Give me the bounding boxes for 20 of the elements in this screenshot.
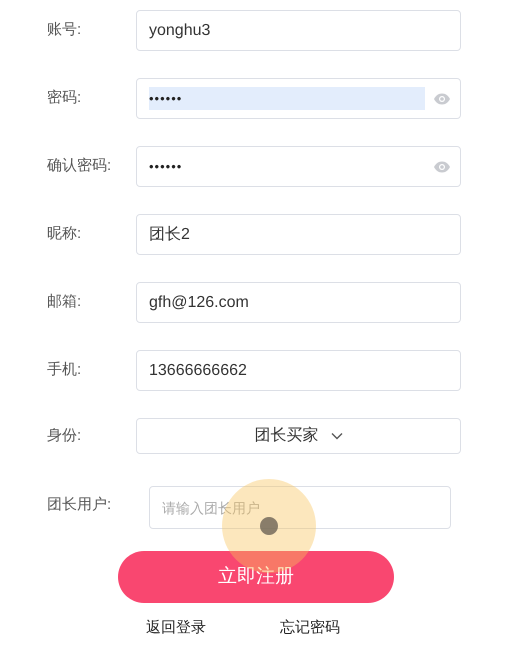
field-label: 确认密码: — [47, 156, 112, 176]
password-field[interactable]: •••••• — [136, 146, 461, 187]
eye-icon[interactable] — [433, 160, 451, 172]
field-label: 手机: — [47, 360, 82, 380]
eye-icon[interactable] — [433, 92, 451, 104]
input-field[interactable]: yonghu3 — [136, 10, 461, 51]
text-link[interactable]: 返回登录 — [146, 617, 206, 640]
input-field[interactable]: gfh@126.com — [136, 282, 461, 323]
input-field[interactable]: 13666666662 — [136, 350, 461, 391]
field-label: 密码: — [47, 88, 82, 108]
chevron-down-icon — [330, 432, 342, 440]
field-label: 邮箱: — [47, 292, 82, 312]
field-label: 昵称: — [47, 224, 82, 244]
field-label: 团长用户: — [47, 495, 112, 515]
field-label: 账号: — [47, 20, 82, 40]
password-field[interactable]: •••••• — [136, 78, 461, 119]
input-field[interactable]: 团长2 — [136, 214, 461, 255]
text-link[interactable]: 忘记密码 — [280, 617, 340, 640]
field-label: 身份: — [47, 426, 82, 446]
select-field[interactable]: 团长买家 — [136, 418, 461, 454]
